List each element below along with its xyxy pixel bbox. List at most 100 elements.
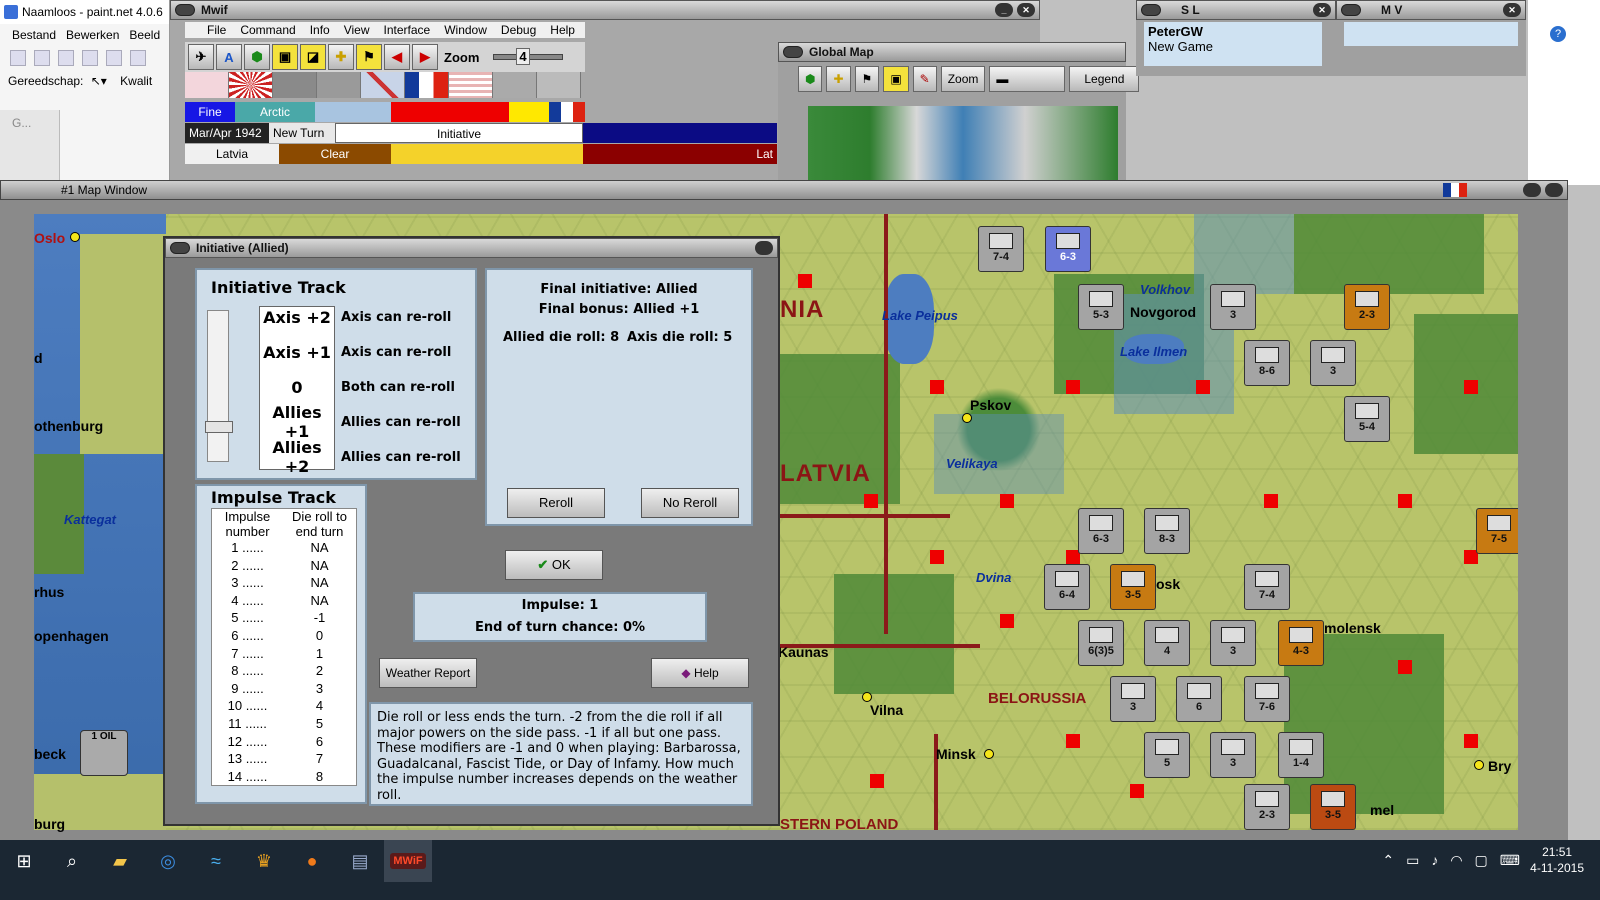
firefox-icon[interactable]: ● (288, 840, 336, 882)
no-reroll-button[interactable]: No Reroll (641, 488, 739, 518)
supply-icon[interactable]: ✚ (328, 44, 354, 70)
mv-knob-icon[interactable] (1341, 4, 1361, 16)
unit-counter[interactable]: 6-4 (1044, 564, 1090, 610)
game-app-icon[interactable]: ♛ (240, 840, 288, 882)
unit-counter[interactable]: 3 (1110, 676, 1156, 722)
unit-counter[interactable]: 3 (1210, 284, 1256, 330)
menu-file[interactable]: File (207, 23, 226, 37)
close-icon[interactable]: ✕ (1017, 3, 1035, 17)
reroll-button[interactable]: Reroll (507, 488, 605, 518)
chevron-up-icon[interactable]: ⌃ (1382, 852, 1394, 869)
help-round-icon[interactable]: ? (1550, 26, 1566, 42)
global-minimap[interactable] (808, 106, 1118, 184)
print-icon[interactable] (82, 50, 98, 66)
counter-stack-icon[interactable]: ▣ (272, 44, 298, 70)
unit-counter[interactable]: 8-3 (1144, 508, 1190, 554)
map-minimize-icon[interactable] (1523, 183, 1541, 197)
counter-icon[interactable]: ◪ (300, 44, 326, 70)
unit-counter[interactable]: 6-3 (1078, 508, 1124, 554)
gm-supply-icon[interactable]: ✚ (826, 66, 851, 92)
unit-counter[interactable]: 3-5 (1110, 564, 1156, 610)
unit-counter[interactable]: 1-4 (1278, 732, 1324, 778)
unit-counter[interactable]: 7-5 (1476, 508, 1518, 554)
unit-counter[interactable]: 7-4 (978, 226, 1024, 272)
unit-counter[interactable]: 7-4 (1244, 564, 1290, 610)
plane-icon[interactable]: ✈ (188, 44, 214, 70)
global-map-knob-icon[interactable] (783, 46, 803, 58)
rising-sun-flag-icon[interactable] (229, 72, 273, 98)
help-button[interactable]: ◆ Help (651, 658, 749, 688)
start-windows-icon[interactable]: ⊞ (0, 840, 48, 882)
unit-counter[interactable]: 6 (1176, 676, 1222, 722)
unit-counter[interactable]: 5-3 (1078, 284, 1124, 330)
map-west-sea[interactable]: Oslo d othenburg Kattegat rhus openhagen… (34, 214, 166, 832)
arrow-right-icon[interactable]: ▶ (412, 44, 438, 70)
dialog-knob-icon[interactable] (170, 242, 190, 254)
zoom-slider[interactable]: 4 (493, 48, 564, 65)
pointer-icon[interactable]: ↖▾ (91, 74, 107, 88)
menu-debug[interactable]: Debug (501, 23, 536, 37)
menu-command[interactable]: Command (240, 23, 295, 37)
dialog-close-icon[interactable] (755, 241, 773, 255)
france-flag-icon[interactable] (405, 72, 449, 98)
gm-zoom-button[interactable]: Zoom (940, 66, 986, 92)
ok-button[interactable]: ✔ OK (505, 550, 603, 580)
mv-titlebar[interactable]: M V ✕ (1336, 0, 1526, 20)
unit-counter[interactable]: 3-5 (1310, 784, 1356, 830)
open-icon[interactable] (34, 50, 50, 66)
font-icon[interactable]: A (216, 44, 242, 70)
menu-interface[interactable]: Interface (384, 23, 431, 37)
grey-flag-icon[interactable] (273, 72, 317, 98)
unit-counter[interactable]: 6-3 (1045, 226, 1091, 272)
unit-counter[interactable]: 3 (1210, 732, 1256, 778)
notification-icon[interactable]: ▢ (1475, 852, 1488, 869)
gm-legend-button[interactable]: Legend (1069, 66, 1140, 92)
new-icon[interactable] (10, 50, 26, 66)
global-map-titlebar[interactable]: Global Map (778, 42, 1126, 62)
usa-flag-icon[interactable] (449, 72, 493, 98)
china-flag-icon[interactable] (493, 72, 537, 98)
city-minsk-icon[interactable] (984, 749, 994, 759)
mwif-task-icon[interactable]: MWiF (384, 840, 432, 882)
unit-counter[interactable]: 8-6 (1244, 340, 1290, 386)
save-icon[interactable] (58, 50, 74, 66)
gm-counter-icon[interactable]: ▣ (883, 66, 909, 92)
unit-counter[interactable]: 4 (1144, 620, 1190, 666)
unit-counter[interactable]: 4-3 (1278, 620, 1324, 666)
oil-resource-icon[interactable]: 1 OIL (80, 730, 128, 776)
paintnet-menu-bestand[interactable]: Bestand (12, 28, 56, 42)
mv-close-icon[interactable]: ✕ (1503, 3, 1521, 17)
unit-counter[interactable]: 5 (1144, 732, 1190, 778)
weather-report-button[interactable]: Weather Report (379, 658, 477, 688)
sl-knob-icon[interactable] (1141, 4, 1161, 16)
city-oslo-icon[interactable] (70, 232, 80, 242)
city-pskov-icon[interactable] (962, 413, 972, 423)
grey-flag-2-icon[interactable] (317, 72, 361, 98)
initiative-slider-thumb[interactable] (205, 421, 233, 433)
sl-close-icon[interactable]: ✕ (1313, 3, 1331, 17)
gm-ruler-icon[interactable]: ▬ (989, 66, 1066, 92)
menu-help[interactable]: Help (550, 23, 575, 37)
search-icon[interactable]: ⌕ (48, 840, 96, 882)
clock[interactable]: 21:51 4-11-2015 (1530, 844, 1584, 876)
keyboard-icon[interactable]: ⌨ (1500, 852, 1520, 869)
city-vilna-icon[interactable] (862, 692, 872, 702)
hex-green-icon[interactable]: ⬢ (244, 44, 270, 70)
gm-hex-icon[interactable]: ⬢ (798, 66, 823, 92)
japan-flag-icon[interactable] (185, 72, 229, 98)
unit-counter[interactable]: 2-3 (1344, 284, 1390, 330)
initiative-slider[interactable] (207, 310, 229, 462)
cut-icon[interactable] (106, 50, 122, 66)
sl-titlebar[interactable]: S L ✕ (1136, 0, 1336, 20)
gm-flag-icon[interactable]: ⚑ (854, 66, 880, 92)
map-window-titlebar[interactable]: #1 Map Window (0, 180, 1568, 200)
battery-icon[interactable]: ▭ (1406, 852, 1419, 869)
minimize-icon[interactable]: _ (995, 3, 1013, 17)
unit-counter[interactable]: 3 (1210, 620, 1256, 666)
unit-counter[interactable]: 6(3)5 (1078, 620, 1124, 666)
file-explorer-icon[interactable]: ▰ (96, 840, 144, 882)
city-bry-icon[interactable] (1474, 760, 1484, 770)
gm-pen-icon[interactable]: ✎ (912, 66, 937, 92)
unit-counter[interactable]: 7-6 (1244, 676, 1290, 722)
paintnet-menu-beeld[interactable]: Beeld (129, 28, 160, 42)
